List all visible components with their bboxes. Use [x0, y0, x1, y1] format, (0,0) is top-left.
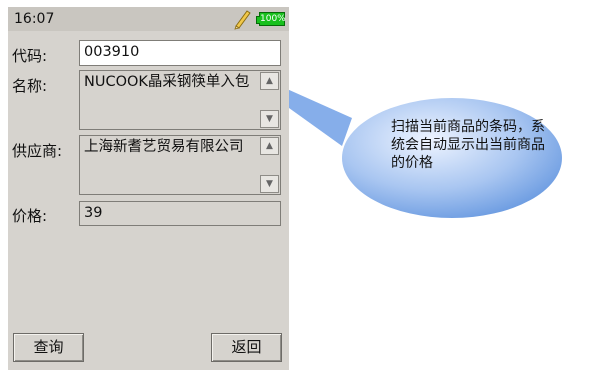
- price-field: 39: [79, 201, 281, 226]
- back-button[interactable]: 返回: [211, 333, 282, 362]
- name-label: 名称:: [12, 77, 48, 95]
- handheld-screen: 16:07 100% 代码: 003910 名称: NUCOOK晶采钢筷单入包 …: [8, 7, 289, 370]
- code-input[interactable]: 003910: [79, 40, 281, 66]
- scroll-down-icon[interactable]: ▼: [260, 175, 279, 193]
- supplier-scrollbar[interactable]: ▲ ▼: [260, 137, 279, 193]
- query-button[interactable]: 查询: [13, 333, 84, 362]
- price-label: 价格:: [12, 207, 48, 225]
- name-value: NUCOOK晶采钢筷单入包: [84, 74, 250, 90]
- clock: 16:07: [14, 11, 55, 27]
- scroll-up-icon[interactable]: ▲: [260, 72, 279, 90]
- supplier-label: 供应商:: [12, 142, 63, 160]
- battery-label: 100%: [260, 14, 286, 24]
- name-field: NUCOOK晶采钢筷单入包 ▲ ▼: [79, 70, 281, 130]
- supplier-value: 上海新耆艺贸易有限公司: [84, 139, 244, 155]
- name-scrollbar[interactable]: ▲ ▼: [260, 72, 279, 128]
- scroll-down-icon[interactable]: ▼: [260, 110, 279, 128]
- callout-text: 扫描当前商品的条码，系统会自动显示出当前商品的价格: [391, 119, 545, 171]
- pencil-icon[interactable]: [232, 8, 252, 30]
- supplier-field: 上海新耆艺贸易有限公司 ▲ ▼: [79, 135, 281, 195]
- status-bar: 16:07 100%: [8, 7, 289, 31]
- code-value: 003910: [84, 44, 140, 60]
- price-value: 39: [84, 205, 103, 221]
- code-label: 代码:: [12, 47, 48, 65]
- battery-icon: 100%: [256, 12, 286, 26]
- scroll-up-icon[interactable]: ▲: [260, 137, 279, 155]
